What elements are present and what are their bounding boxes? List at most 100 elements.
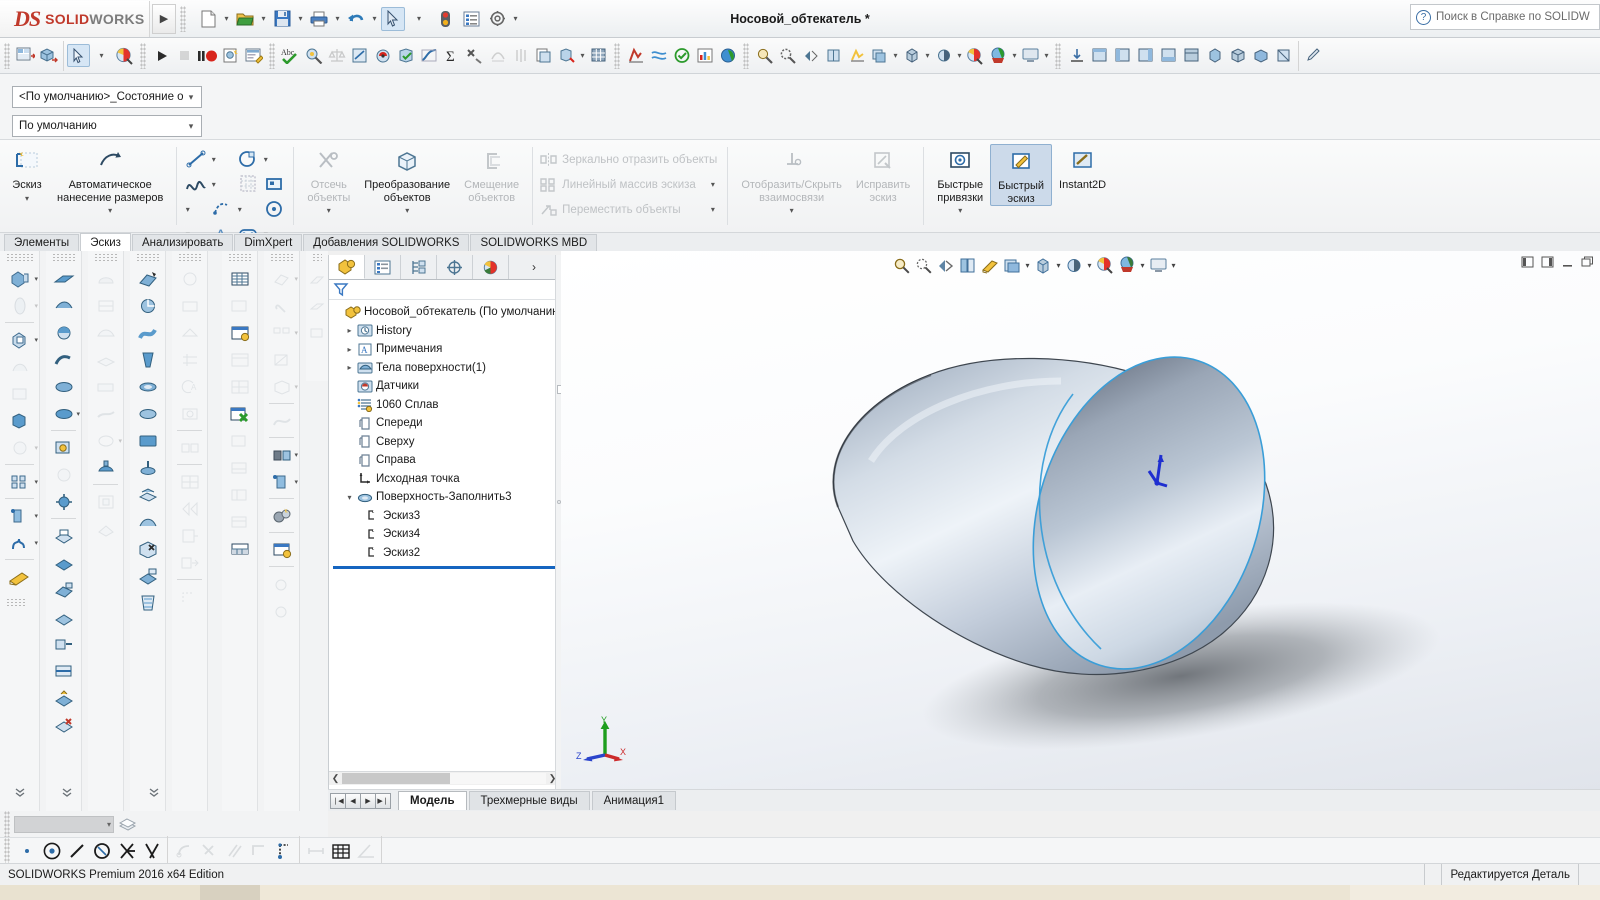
line-caret[interactable]: ▾ xyxy=(209,155,218,164)
fill2-icon[interactable] xyxy=(130,400,165,427)
zebra-icon[interactable] xyxy=(509,44,532,67)
settings-caret[interactable]: ▾ xyxy=(511,14,520,23)
sensor2-icon[interactable] xyxy=(264,570,299,597)
datum-icon[interactable]: A xyxy=(172,373,207,400)
normal-to-icon[interactable] xyxy=(1065,44,1088,67)
circle-icon[interactable] xyxy=(261,197,287,221)
layer-combo[interactable]: ▾ xyxy=(14,816,114,833)
toolbar2-grip-1[interactable] xyxy=(4,43,10,69)
mirror-part-icon[interactable]: ▾ xyxy=(264,441,299,468)
dimetric-icon[interactable] xyxy=(1272,44,1295,67)
top-view-icon[interactable] xyxy=(1180,44,1203,67)
simulation-icon[interactable] xyxy=(624,44,647,67)
tab-evaluate[interactable]: Анализировать xyxy=(132,234,233,251)
replace-face-icon[interactable] xyxy=(46,684,81,711)
toolbar2-grip-3[interactable] xyxy=(269,43,275,69)
compare-caret[interactable]: ▾ xyxy=(578,51,587,60)
cavity-icon[interactable] xyxy=(88,488,123,515)
toolbar2-grip-2[interactable] xyxy=(140,43,146,69)
select-tool-button[interactable] xyxy=(381,7,405,31)
delete-face2-icon[interactable] xyxy=(130,535,165,562)
left-view-icon[interactable] xyxy=(1134,44,1157,67)
col4-grip[interactable] xyxy=(136,253,159,263)
tab-dimxpert[interactable]: DimXpert xyxy=(234,234,302,251)
surface-finish-icon[interactable] xyxy=(264,346,299,373)
tab-addins[interactable]: Добавления SOLIDWORKS xyxy=(303,234,469,251)
note-icon[interactable]: ▾ xyxy=(264,265,299,292)
midsurface-icon[interactable] xyxy=(46,657,81,684)
tab-sketch[interactable]: Эскиз xyxy=(80,233,131,251)
bom-table-icon[interactable] xyxy=(222,292,257,319)
tab-mbd[interactable]: SOLIDWORKS MBD xyxy=(470,234,597,251)
sweep-surface2-icon[interactable] xyxy=(130,319,165,346)
trim-caret[interactable]: ▾ xyxy=(327,206,331,215)
size-dimension-icon[interactable] xyxy=(172,292,207,319)
move-entities-row[interactable]: Переместить объекты ▾ xyxy=(539,198,721,221)
rapid-sketch-button[interactable]: Быстрый эскиз xyxy=(990,144,1052,206)
tree-item-surface-bodies[interactable]: ▸ Тела поверхности(1) xyxy=(331,359,559,378)
spellcheck-icon[interactable]: Abc xyxy=(279,44,302,67)
convert-caret[interactable]: ▾ xyxy=(405,206,409,215)
linear-pattern-feature-icon[interactable]: ▾ xyxy=(0,468,39,495)
toolbar2-grip-4[interactable] xyxy=(614,43,620,69)
tolerance-status-icon[interactable] xyxy=(172,434,207,461)
trim-surface-icon[interactable] xyxy=(46,576,81,603)
extruded-boss-icon[interactable]: ▾ xyxy=(0,265,39,292)
back-view-icon[interactable] xyxy=(1111,44,1134,67)
select-dropdown-caret[interactable]: ▾ xyxy=(90,44,113,67)
point-relation-icon[interactable] xyxy=(14,840,39,862)
col8-grip[interactable] xyxy=(312,253,322,263)
bottom-view-icon[interactable] xyxy=(1203,44,1226,67)
front-view-icon[interactable] xyxy=(1088,44,1111,67)
last-tab-button[interactable]: ▶❘ xyxy=(375,793,391,809)
perpendicular-icon[interactable] xyxy=(196,840,221,862)
quick-snaps-caret[interactable]: ▾ xyxy=(958,206,962,215)
collapse-chevron-2[interactable] xyxy=(46,781,88,805)
design-table-icon[interactable] xyxy=(222,319,257,346)
fill-surface-expander[interactable]: ▾ xyxy=(343,493,356,502)
history-expander[interactable]: ▸ xyxy=(343,326,356,335)
sensor3-icon[interactable] xyxy=(264,597,299,624)
move-face-icon[interactable] xyxy=(130,589,165,616)
tree-item-fill-surface[interactable]: ▾ Поверхность-Заполнить3 xyxy=(331,488,559,507)
knit2-icon[interactable] xyxy=(130,481,165,508)
tangent-circle-icon[interactable] xyxy=(89,840,114,862)
zoom-selection-icon[interactable] xyxy=(799,44,822,67)
edit-appearance-icon[interactable] xyxy=(964,44,987,67)
title-block-table-icon[interactable] xyxy=(222,454,257,481)
collapse-chevron-1[interactable] xyxy=(0,781,40,805)
hole-table-icon[interactable] xyxy=(222,346,257,373)
tools-icon[interactable] xyxy=(463,44,486,67)
fillet-icon[interactable] xyxy=(0,407,39,434)
select-tool-caret[interactable]: ▾ xyxy=(407,7,431,31)
col1-grip[interactable] xyxy=(6,253,33,263)
configuration-combo[interactable]: По умолчанию ▾ xyxy=(12,115,202,137)
dimxpert-manager-tab[interactable] xyxy=(437,255,473,279)
indent-icon[interactable] xyxy=(88,373,123,400)
general-table-icon[interactable] xyxy=(222,265,257,292)
tree-filter-row[interactable] xyxy=(329,280,559,300)
rect-caret[interactable]: ▾ xyxy=(261,155,270,164)
undo-button[interactable] xyxy=(344,7,368,31)
wrap-icon[interactable]: ▾ xyxy=(88,427,123,454)
dome-icon[interactable] xyxy=(88,265,123,292)
boundary-surface-icon[interactable] xyxy=(46,373,81,400)
deform-icon[interactable] xyxy=(88,346,123,373)
sum-icon[interactable]: Σ xyxy=(440,44,463,67)
rotate-view-icon[interactable] xyxy=(822,44,845,67)
fold-icon[interactable] xyxy=(306,319,328,346)
linear-pattern-caret[interactable]: ▾ xyxy=(708,180,717,189)
reference-plane2-icon[interactable]: ▾ xyxy=(264,468,299,495)
feature-manager-tab[interactable] xyxy=(329,255,365,279)
pan-icon[interactable] xyxy=(845,44,868,67)
sketch-dropdown-caret[interactable]: ▾ xyxy=(25,194,29,203)
location-dimension-icon[interactable] xyxy=(172,319,207,346)
layer-toolbar-grip[interactable] xyxy=(4,811,10,837)
shape-icon[interactable] xyxy=(88,319,123,346)
new-document-button[interactable] xyxy=(196,7,220,31)
view-orientation-icon[interactable] xyxy=(868,44,891,67)
cursor-arrow-icon[interactable] xyxy=(67,44,90,67)
planar-surface-icon[interactable] xyxy=(46,434,81,461)
print-document-caret[interactable]: ▾ xyxy=(333,14,342,23)
display-state-combo[interactable]: <По умолчанию>_Состояние о ▾ xyxy=(12,86,202,108)
